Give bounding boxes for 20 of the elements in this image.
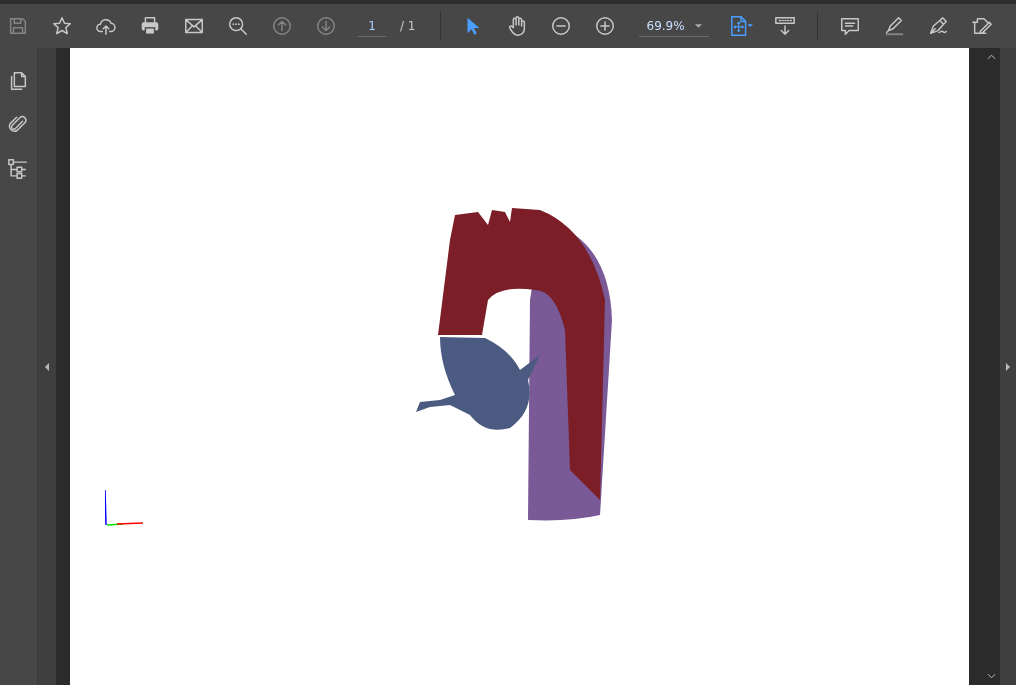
scroll-mode-icon xyxy=(773,15,796,37)
scroll-up-icon[interactable] xyxy=(987,54,996,60)
document-pencil-icon xyxy=(970,15,993,37)
page-total: / 1 xyxy=(400,19,416,33)
collapse-arrow-icon[interactable] xyxy=(43,361,50,372)
page-number-field[interactable]: 1 xyxy=(358,15,386,37)
arrow-down-circle-icon xyxy=(315,15,337,37)
magnifier-icon xyxy=(227,15,249,37)
tree-structure-icon xyxy=(7,158,30,180)
zoom-field[interactable]: 69.9% xyxy=(638,15,709,37)
star-icon xyxy=(51,15,73,37)
plus-circle-icon xyxy=(593,15,616,37)
arrow-up-circle-icon xyxy=(271,15,293,37)
minus-circle-icon xyxy=(549,15,572,37)
printer-icon xyxy=(139,15,161,37)
speech-bubble-icon xyxy=(838,15,861,37)
expand-arrow-icon[interactable] xyxy=(1005,361,1011,372)
dropdown-caret-icon xyxy=(693,22,703,29)
axis-triad-icon xyxy=(104,490,145,527)
scroll-down-icon[interactable] xyxy=(987,673,996,679)
